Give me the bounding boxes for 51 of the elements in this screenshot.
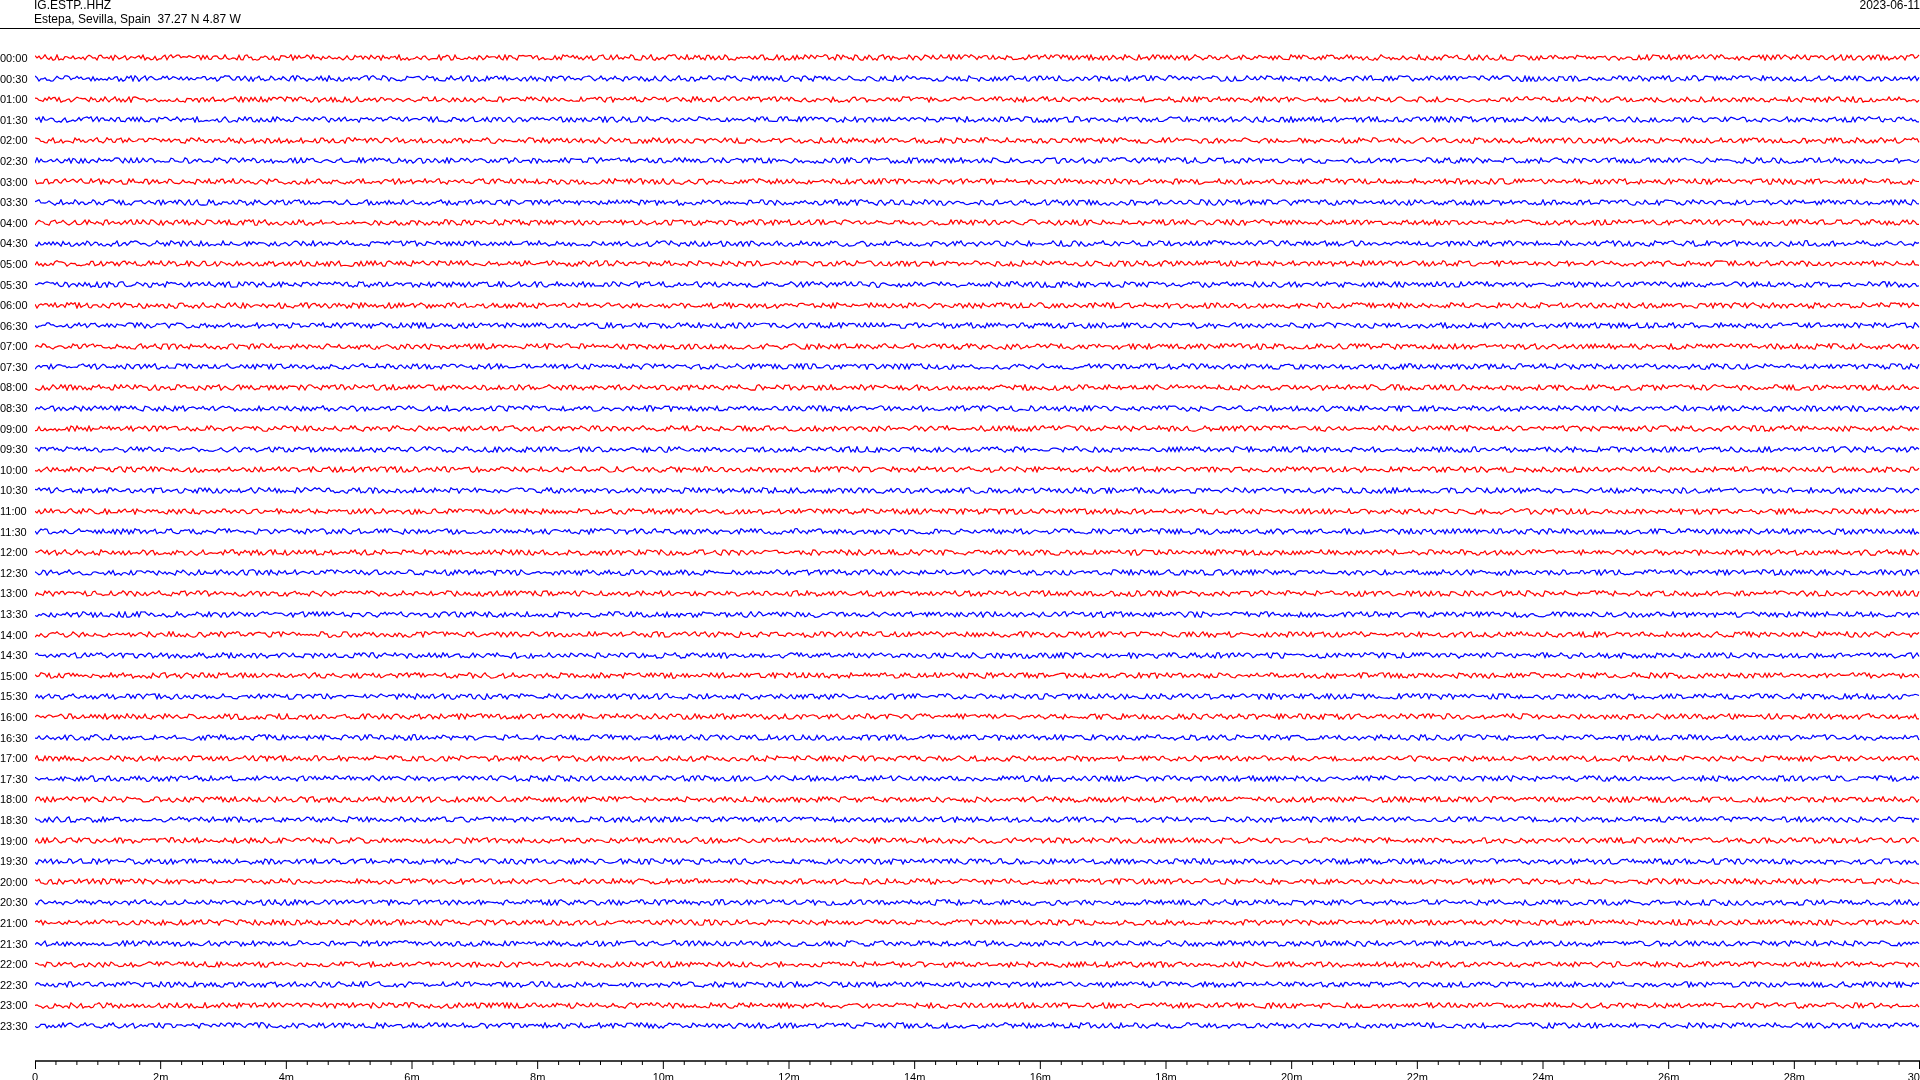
time-label: 14:00 [0,628,29,641]
time-label: 06:00 [0,299,29,312]
time-label: 01:30 [0,113,29,126]
time-label: 05:00 [0,257,29,270]
time-label: 20:30 [0,896,29,909]
time-label: 05:30 [0,278,29,291]
time-label: 07:00 [0,340,29,353]
time-label: 23:30 [0,1019,29,1032]
time-label: 08:00 [0,381,29,394]
time-label: 04:00 [0,216,29,229]
time-label: 17:00 [0,752,29,765]
station-code: IG.ESTP..HHZ [34,0,113,12]
time-label: 11:00 [0,505,28,518]
time-label: 19:00 [0,834,29,847]
time-label: 09:30 [0,443,29,456]
time-label: 21:30 [0,937,29,950]
time-label: 15:30 [0,690,29,703]
time-label: 23:00 [0,999,29,1012]
time-label: 16:00 [0,711,29,723]
time-label: 11:30 [0,525,28,538]
time-label: 00:00 [0,52,29,64]
time-label: 21:00 [0,916,29,929]
station-location: Estepa, Sevilla, Spain 37.27 N 4.87 W [34,12,241,26]
time-label: 16:30 [0,731,29,744]
time-label: 02:30 [0,154,29,167]
time-label: 13:00 [0,587,29,600]
time-label: 13:30 [0,608,29,620]
time-label: 15:00 [0,669,29,682]
time-label: 17:30 [0,772,29,785]
time-label: 09:00 [0,422,29,435]
time-label: 07:30 [0,360,29,373]
time-label: 22:00 [0,958,29,971]
time-label: 03:00 [0,175,29,188]
time-label: 22:30 [0,978,29,991]
time-label: 02:00 [0,134,29,147]
time-label: 01:00 [0,93,29,106]
time-label: 00:30 [0,72,29,85]
time-label: 18:30 [0,813,29,826]
time-label: 06:30 [0,319,29,332]
time-label: 10:30 [0,484,29,497]
time-label: 19:30 [0,855,29,868]
time-label: 14:30 [0,649,29,662]
time-label: 10:00 [0,463,29,476]
time-label: 03:30 [0,196,29,209]
time-label: 08:30 [0,402,29,415]
time-label: 20:00 [0,875,29,888]
plot-date: 2023-06-11 [1859,0,1920,14]
time-label: 12:00 [0,546,29,559]
time-label: 04:30 [0,237,29,250]
time-label: 12:30 [0,566,29,579]
time-label: 18:00 [0,793,29,806]
